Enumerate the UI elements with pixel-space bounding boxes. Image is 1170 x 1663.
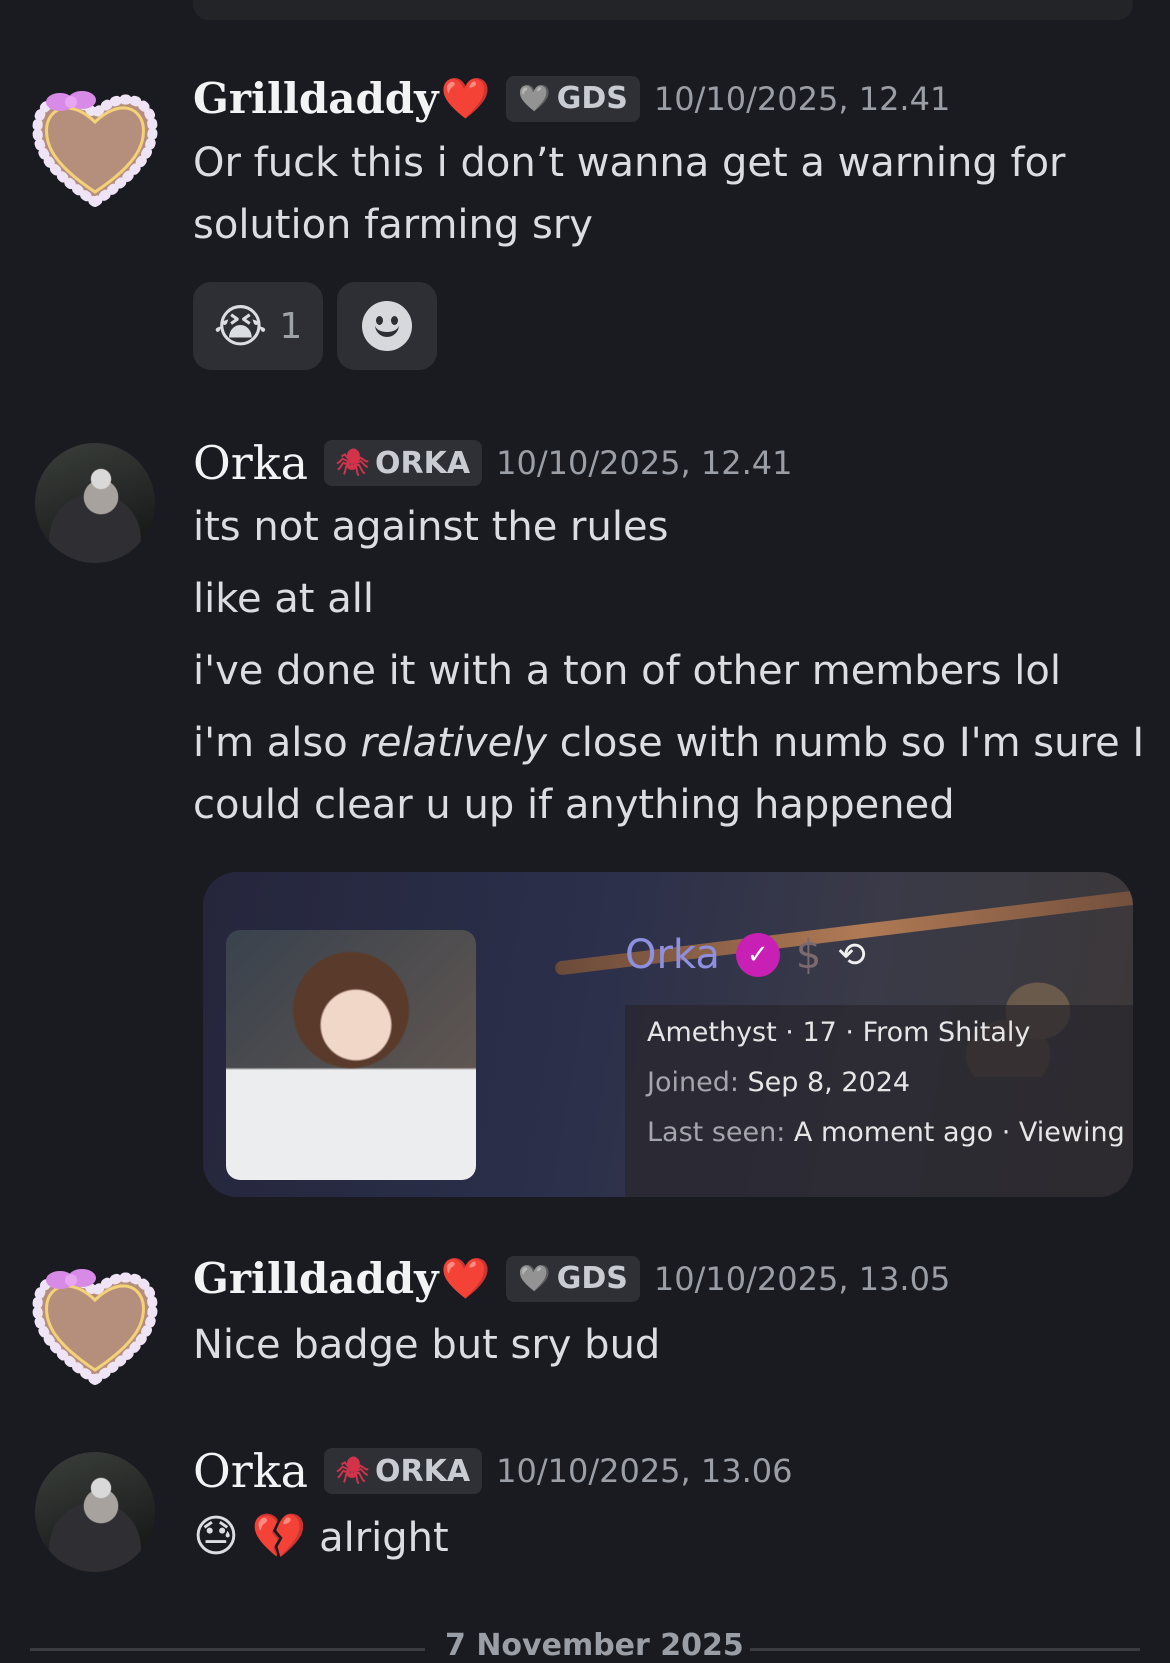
add-reaction-button[interactable] [337, 282, 437, 370]
verified-check-icon: ✓ [735, 933, 780, 977]
profile-name: Orka [625, 932, 720, 978]
timestamp: 10/10/2025, 12.41 [653, 79, 951, 118]
spider-icon: 🕷 [336, 1456, 370, 1486]
message-text-line: 😓 💔 alright [193, 1510, 449, 1562]
gray-heart-icon: 🩶 [518, 1263, 551, 1294]
spider-icon: 🕷 [336, 448, 370, 478]
tag-label: GDS [556, 81, 628, 116]
guild-tag[interactable]: 🕷 ORKA [324, 440, 483, 486]
joined-label: Joined: [647, 1067, 739, 1098]
previous-embed-edge [193, 0, 1133, 20]
history-icon: ⟲ [837, 935, 866, 975]
reaction-crying[interactable]: 😭 1 [193, 282, 323, 370]
username[interactable]: Orka [193, 1444, 308, 1498]
profile-card-embed[interactable]: Orka ✓ $ ⟲ Amethyst · 17 · From Shitaly … [203, 872, 1133, 1197]
dollar-icon: $ [795, 932, 822, 978]
message-text-line: like at all [193, 576, 374, 622]
timestamp: 10/10/2025, 13.05 [653, 1259, 951, 1298]
timestamp: 10/10/2025, 13.06 [496, 1452, 793, 1490]
italic-text: relatively [360, 720, 547, 766]
message-text-line: could clear u up if anything happened [193, 782, 955, 828]
message-text-line: solution farming sry [193, 202, 593, 248]
message-header: Grilldaddy ❤️ 🩶 GDS 10/10/2025, 13.05 [193, 1254, 950, 1303]
date-divider-label: 7 November 2025 [445, 1628, 744, 1663]
username[interactable]: Orka [193, 436, 308, 490]
message-text-line: i've done it with a ton of other members… [193, 648, 1061, 694]
profile-last-seen: Last seen: A moment ago · Viewing me [647, 1117, 1133, 1148]
text-segment: alright [306, 1515, 449, 1561]
heart-icon: ❤️ [440, 76, 491, 122]
tag-label: GDS [556, 1261, 628, 1296]
message-header: Grilldaddy ❤️ 🩶 GDS 10/10/2025, 12.41 [193, 74, 950, 123]
reaction-count: 1 [279, 305, 303, 347]
profile-info-panel: Amethyst · 17 · From Shitaly Joined: Sep… [625, 1005, 1133, 1197]
profile-joined: Joined: Sep 8, 2024 [647, 1067, 910, 1098]
message-text-line: Nice badge but sry bud [193, 1322, 661, 1368]
last-seen-value: A moment ago · Viewing me [793, 1117, 1133, 1148]
profile-name-row: Orka ✓ $ ⟲ [625, 932, 866, 978]
tag-label: ORKA [375, 445, 471, 481]
message-text-line: i'm also relatively close with numb so I… [193, 720, 1144, 766]
guild-tag[interactable]: 🩶 GDS [506, 1255, 640, 1302]
message-text-line: Or fuck this i don’t wanna get a warning… [193, 140, 1066, 186]
broken-heart-icon: 💔 [251, 1511, 307, 1562]
crying-face-icon: 😭 [213, 299, 268, 353]
profile-picture [226, 930, 476, 1180]
tag-label: ORKA [375, 1453, 471, 1489]
smiley-icon [362, 301, 412, 351]
message-header: Orka 🕷 ORKA 10/10/2025, 13.06 [193, 1444, 792, 1498]
text-segment: i'm also [193, 720, 361, 766]
last-seen-label: Last seen: [647, 1117, 786, 1148]
avatar-heart-frame[interactable] [30, 1258, 160, 1388]
heart-icon: ❤️ [440, 1256, 491, 1302]
message-header: Orka 🕷 ORKA 10/10/2025, 12.41 [193, 436, 792, 490]
timestamp: 10/10/2025, 12.41 [496, 444, 793, 482]
guild-tag[interactable]: 🕷 ORKA [324, 1448, 483, 1494]
date-divider-line-right [750, 1648, 1140, 1651]
avatar[interactable] [35, 1452, 155, 1572]
avatar-heart-frame[interactable] [30, 80, 160, 210]
sweat-face-icon: 😓 [193, 1511, 239, 1562]
guild-tag[interactable]: 🩶 GDS [506, 75, 640, 122]
avatar[interactable] [35, 443, 155, 563]
profile-info-line: Amethyst · 17 · From Shitaly [647, 1017, 1031, 1048]
text-segment: close with numb so I'm sure I [547, 720, 1145, 766]
username[interactable]: Grilldaddy [193, 74, 439, 123]
username[interactable]: Grilldaddy [193, 1254, 439, 1303]
date-divider-line-left [30, 1648, 425, 1651]
gray-heart-icon: 🩶 [518, 83, 551, 114]
message-text-line: its not against the rules [193, 504, 669, 550]
joined-value: Sep 8, 2024 [738, 1067, 911, 1098]
